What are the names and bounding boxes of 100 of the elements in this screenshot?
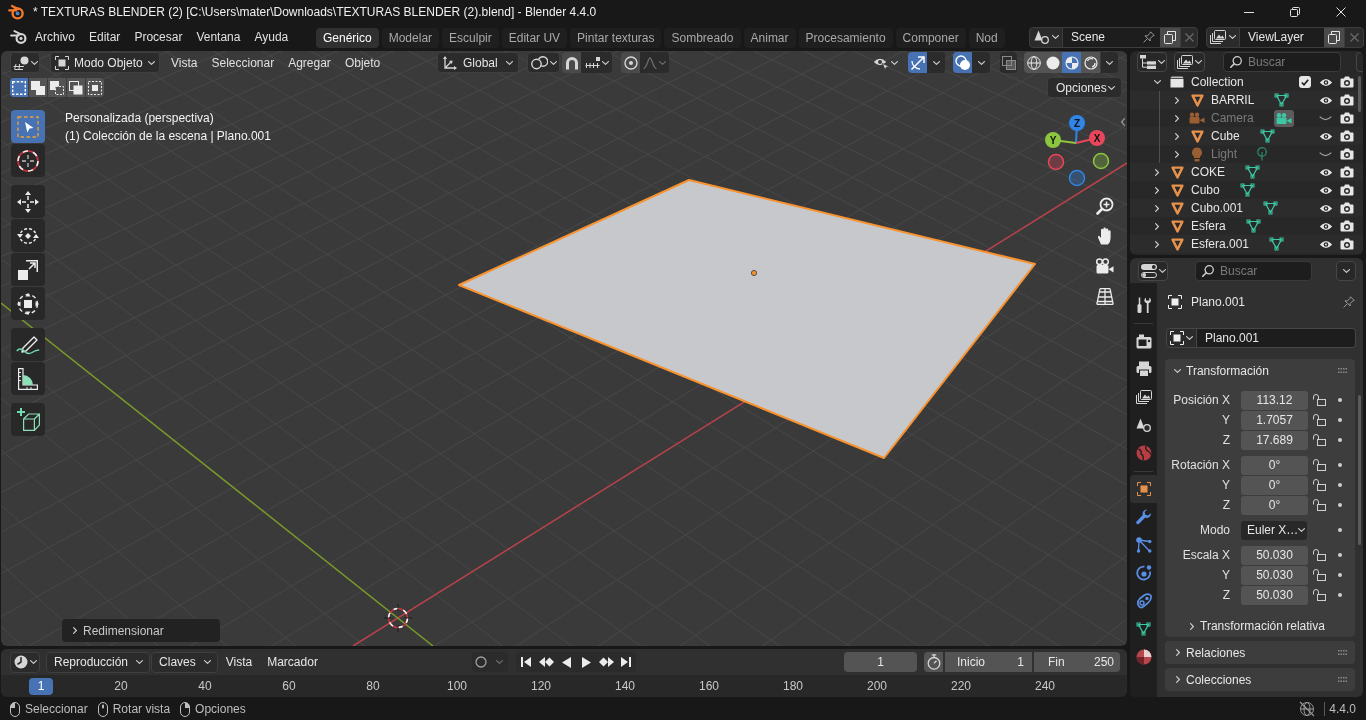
dot-icon[interactable] xyxy=(1338,553,1342,557)
outliner-row[interactable]: BARRIL xyxy=(1130,91,1363,109)
number-field[interactable]: 113.12 xyxy=(1241,390,1308,410)
options-dropdown[interactable] xyxy=(1336,260,1356,281)
eye-icon[interactable] xyxy=(1318,167,1333,177)
panel-header[interactable]: Colecciones xyxy=(1165,668,1355,691)
caret-dropdown[interactable] xyxy=(927,52,945,73)
tool-button[interactable] xyxy=(11,362,45,395)
tool-button[interactable] xyxy=(11,253,45,286)
panel-header[interactable]: Transformación xyxy=(1165,359,1355,382)
properties-tab[interactable] xyxy=(1130,475,1157,503)
menu-item[interactable]: Ventana xyxy=(189,27,248,47)
camera-icon[interactable] xyxy=(1339,220,1354,232)
shading-dropdown[interactable] xyxy=(1101,52,1118,73)
camera-icon[interactable] xyxy=(1339,238,1354,250)
dot-icon[interactable] xyxy=(1338,483,1342,487)
axis-negative-z-handle[interactable] xyxy=(1068,169,1086,187)
open-padlock-icon[interactable] xyxy=(1313,479,1326,491)
number-field[interactable]: 50.030 xyxy=(1241,565,1308,585)
orientation-dropdown[interactable]: Global xyxy=(437,52,519,73)
app-logo-icon[interactable] xyxy=(10,30,27,44)
eye-icon[interactable] xyxy=(1318,95,1333,105)
caret-dropdown[interactable] xyxy=(972,52,990,73)
copy-button[interactable] xyxy=(1160,26,1180,48)
menu-item[interactable]: Vista xyxy=(164,52,205,73)
camera-icon[interactable] xyxy=(1339,94,1354,106)
camera-icon[interactable] xyxy=(1339,76,1354,88)
scrollbar[interactable] xyxy=(1358,395,1361,545)
pin-icon[interactable] xyxy=(1343,296,1355,308)
open-padlock-icon[interactable] xyxy=(1313,394,1326,406)
xray-toggle[interactable] xyxy=(1000,52,1017,73)
open-padlock-icon[interactable] xyxy=(1313,414,1326,426)
view-layer-browse-button[interactable] xyxy=(1206,26,1240,48)
copy-button[interactable] xyxy=(1324,26,1344,48)
workspace-tab[interactable]: Editar UV xyxy=(501,28,568,48)
outliner-row[interactable]: Esfera.001 xyxy=(1130,235,1363,253)
menu-item[interactable]: Vista xyxy=(218,652,260,672)
gizmo-toggle[interactable] xyxy=(908,52,927,73)
current-frame-field[interactable]: 1 xyxy=(844,652,917,672)
snap-target-dropdown[interactable] xyxy=(581,52,612,73)
menu-item[interactable]: Procesar xyxy=(127,27,190,47)
eye-icon[interactable] xyxy=(1318,239,1333,249)
workspace-tab[interactable]: Genérico xyxy=(316,28,379,48)
shading-button[interactable] xyxy=(1081,52,1100,73)
tool-button[interactable] xyxy=(11,144,45,177)
number-field[interactable]: 0° xyxy=(1241,495,1308,515)
dot-icon[interactable] xyxy=(1338,418,1342,422)
dot-icon[interactable] xyxy=(1338,398,1342,402)
dot-icon[interactable] xyxy=(1338,438,1342,442)
shading-button[interactable] xyxy=(1024,52,1043,73)
playback-button[interactable] xyxy=(616,652,636,672)
workspace-tab[interactable]: Modelar xyxy=(381,28,440,48)
selection-mode-button[interactable] xyxy=(67,78,85,97)
end-frame-field[interactable]: Fin 250 xyxy=(1034,652,1120,672)
open-padlock-icon[interactable] xyxy=(1313,499,1326,511)
last-operator-panel[interactable]: Redimensionar xyxy=(62,619,220,642)
camera-icon[interactable] xyxy=(1339,184,1354,196)
closed-eye-icon[interactable] xyxy=(1319,115,1332,121)
tool-button[interactable] xyxy=(11,219,45,252)
number-field[interactable]: 50.030 xyxy=(1241,585,1308,605)
selection-mode-button[interactable] xyxy=(48,78,66,97)
falloff-dropdown[interactable] xyxy=(640,52,669,73)
camera-icon[interactable] xyxy=(1339,130,1354,142)
shading-button[interactable] xyxy=(1043,52,1062,73)
menu-item[interactable]: Marcador xyxy=(260,652,325,672)
close-button[interactable] xyxy=(1344,26,1364,48)
chevron-left-icon[interactable] xyxy=(1121,118,1125,126)
mode-dropdown[interactable]: Euler X… xyxy=(1241,520,1307,540)
outliner-row[interactable]: COKE xyxy=(1130,163,1363,181)
number-field[interactable]: 1.7057 xyxy=(1241,410,1308,430)
camera-icon[interactable] xyxy=(1339,166,1354,178)
view-layer-name-field[interactable]: ViewLayer xyxy=(1240,26,1324,48)
menu-item[interactable]: Agregar xyxy=(281,52,338,73)
dot-icon[interactable] xyxy=(1338,528,1342,532)
workspace-tab[interactable]: Procesamiento xyxy=(798,28,893,48)
eye-icon[interactable] xyxy=(1318,185,1333,195)
display-mode-dropdown[interactable] xyxy=(1137,52,1167,72)
number-field[interactable]: 0° xyxy=(1241,475,1308,495)
filter-dropdown[interactable] xyxy=(1174,52,1205,72)
menu-item[interactable]: Archivo xyxy=(28,27,82,47)
start-frame-field[interactable]: Inicio 1 xyxy=(945,652,1032,672)
search-field[interactable]: Buscar xyxy=(1195,260,1312,281)
closed-eye-icon[interactable] xyxy=(1319,151,1332,157)
auto-keying-toggle[interactable] xyxy=(472,652,490,672)
workspace-tab[interactable]: Sombreado xyxy=(664,28,741,48)
pivot-dropdown[interactable] xyxy=(527,52,560,73)
workspace-tab[interactable]: Animar xyxy=(743,28,796,48)
axis-negative-x-handle[interactable] xyxy=(1047,153,1065,171)
selection-mode-button[interactable] xyxy=(10,78,28,97)
open-padlock-icon[interactable] xyxy=(1313,459,1326,471)
data-browse-button[interactable] xyxy=(1166,328,1197,348)
search-field[interactable]: Buscar xyxy=(1223,52,1341,72)
menu-item[interactable]: Ayuda xyxy=(247,27,296,47)
workspace-tab[interactable]: Componer xyxy=(895,28,966,48)
camera-icon[interactable] xyxy=(1339,148,1354,160)
editor-type-button[interactable] xyxy=(10,52,40,73)
eye-icon[interactable] xyxy=(1318,131,1333,141)
dot-icon[interactable] xyxy=(1338,503,1342,507)
overlay-toggle[interactable] xyxy=(953,52,972,73)
menu-dropdown[interactable]: Claves xyxy=(151,651,218,673)
